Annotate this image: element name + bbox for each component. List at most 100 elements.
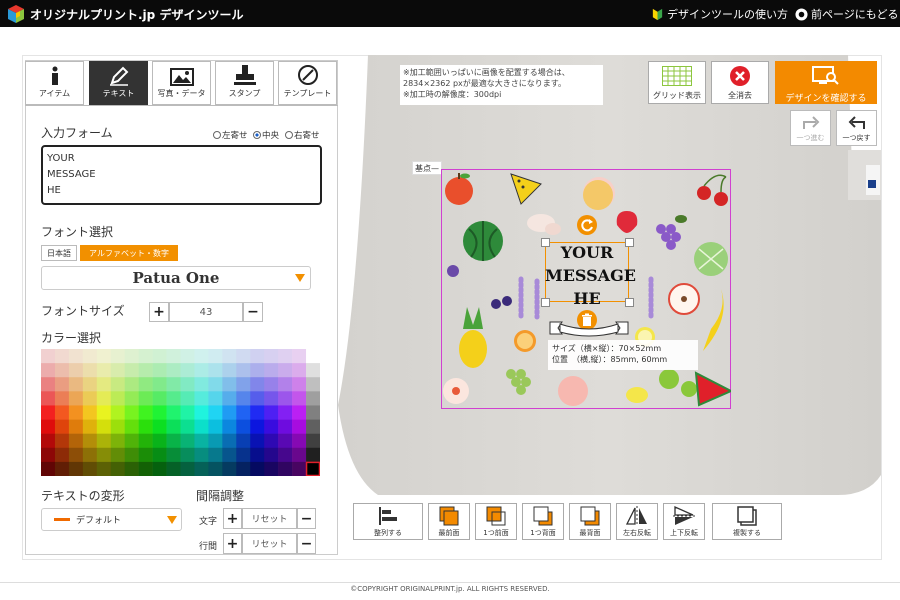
send-backward-button[interactable]: 1つ背面 — [522, 503, 564, 540]
color-swatch[interactable] — [110, 433, 125, 449]
color-swatch[interactable] — [82, 363, 98, 378]
color-swatch[interactable] — [124, 433, 139, 449]
color-swatch[interactable] — [292, 363, 307, 378]
back-link[interactable]: 前ページにもどる — [795, 6, 899, 22]
bring-forward-button[interactable]: 1つ前面 — [475, 503, 517, 540]
clear-all-button[interactable]: 全消去 — [711, 61, 769, 104]
color-swatch[interactable] — [208, 447, 223, 463]
confirm-design-button[interactable]: デザインを確認する — [775, 61, 877, 104]
color-swatch[interactable] — [250, 433, 265, 449]
color-swatch[interactable] — [250, 391, 265, 406]
color-swatch[interactable] — [54, 391, 70, 406]
grid-toggle-button[interactable]: グリッド表示 — [648, 61, 706, 104]
size-value[interactable]: 43 — [169, 302, 243, 322]
color-swatch[interactable] — [110, 349, 125, 364]
color-swatch[interactable] — [96, 447, 112, 463]
color-swatch[interactable] — [236, 447, 251, 463]
howto-link[interactable]: デザインツールの使い方 — [651, 6, 788, 22]
color-swatch[interactable] — [222, 419, 237, 434]
color-swatch[interactable] — [96, 377, 112, 392]
color-swatch[interactable] — [222, 391, 237, 406]
align-right-radio[interactable]: 右寄せ — [285, 129, 320, 141]
color-swatch[interactable] — [278, 391, 293, 406]
color-swatch[interactable] — [306, 419, 320, 434]
color-swatch[interactable] — [152, 391, 167, 406]
color-swatch[interactable] — [278, 447, 293, 463]
color-swatch[interactable] — [152, 461, 167, 476]
color-swatch[interactable] — [138, 391, 153, 406]
color-swatch[interactable] — [180, 405, 195, 420]
color-swatch[interactable] — [166, 405, 181, 420]
font-tab-alphabet[interactable]: アルファベット・数字 — [80, 245, 178, 261]
color-swatch[interactable] — [194, 377, 209, 392]
color-swatch[interactable] — [152, 447, 167, 463]
color-swatch[interactable] — [222, 405, 237, 420]
align-center-radio[interactable]: 中央 — [253, 129, 279, 141]
color-swatch[interactable] — [138, 447, 153, 463]
color-swatch[interactable] — [180, 419, 195, 434]
color-swatch[interactable] — [278, 419, 293, 434]
color-swatch[interactable] — [180, 461, 195, 476]
color-swatch[interactable] — [152, 349, 167, 364]
color-swatch[interactable] — [166, 349, 181, 364]
color-swatch[interactable] — [68, 419, 84, 434]
color-swatch[interactable] — [292, 349, 307, 364]
color-swatch[interactable] — [166, 391, 181, 406]
color-swatch[interactable] — [264, 377, 279, 392]
color-swatch[interactable] — [264, 461, 279, 476]
color-swatch[interactable] — [250, 419, 265, 434]
color-swatch[interactable] — [236, 391, 251, 406]
color-swatch[interactable] — [194, 391, 209, 406]
text-input[interactable]: YOUR MESSAGE HE — [41, 145, 322, 205]
color-swatch[interactable] — [54, 405, 70, 420]
color-swatch[interactable] — [82, 391, 98, 406]
color-swatch[interactable] — [222, 461, 237, 476]
color-swatch[interactable] — [180, 377, 195, 392]
color-swatch[interactable] — [250, 377, 265, 392]
color-swatch[interactable] — [124, 391, 139, 406]
tab-photo[interactable]: 写真・データ — [152, 61, 211, 105]
tab-template[interactable]: テンプレート — [278, 61, 337, 105]
color-swatch[interactable] — [152, 405, 167, 420]
color-swatch[interactable] — [236, 349, 251, 364]
color-swatch[interactable] — [180, 433, 195, 449]
color-swatch[interactable] — [110, 363, 125, 378]
size-increase-button[interactable]: + — [149, 302, 169, 322]
color-swatch[interactable] — [152, 377, 167, 392]
color-swatch[interactable] — [54, 349, 70, 364]
color-swatch[interactable] — [208, 433, 223, 449]
color-swatch[interactable] — [68, 391, 84, 406]
color-swatch[interactable] — [54, 363, 70, 378]
color-swatch[interactable] — [194, 419, 209, 434]
color-swatch[interactable] — [68, 363, 84, 378]
char-spacing-reset-button[interactable]: リセット — [242, 508, 297, 529]
color-swatch[interactable] — [96, 461, 112, 476]
color-swatch[interactable] — [306, 433, 320, 449]
color-swatch[interactable] — [264, 363, 279, 378]
font-dropdown[interactable]: Patua One — [41, 266, 311, 290]
color-swatch[interactable] — [166, 433, 181, 449]
color-swatch[interactable] — [306, 405, 320, 420]
color-swatch[interactable] — [41, 447, 56, 463]
color-swatch[interactable] — [82, 433, 98, 449]
color-swatch[interactable] — [250, 363, 265, 378]
color-swatch[interactable] — [41, 419, 56, 434]
color-swatch[interactable] — [96, 363, 112, 378]
color-swatch[interactable] — [152, 363, 167, 378]
align-button[interactable]: 整列する — [353, 503, 423, 540]
tab-text[interactable]: テキスト — [89, 61, 148, 105]
color-swatch[interactable] — [96, 391, 112, 406]
color-swatch[interactable] — [138, 433, 153, 449]
color-swatch[interactable] — [194, 447, 209, 463]
color-swatch[interactable] — [236, 433, 251, 449]
color-swatch[interactable] — [54, 447, 70, 463]
color-swatch[interactable] — [41, 433, 56, 449]
color-swatch[interactable] — [54, 433, 70, 449]
color-swatch[interactable] — [208, 405, 223, 420]
color-swatch[interactable] — [306, 447, 320, 463]
color-swatch[interactable] — [124, 363, 139, 378]
color-swatch[interactable] — [306, 349, 320, 364]
size-decrease-button[interactable]: − — [243, 302, 263, 322]
color-swatch[interactable] — [292, 377, 307, 392]
color-swatch[interactable] — [208, 377, 223, 392]
